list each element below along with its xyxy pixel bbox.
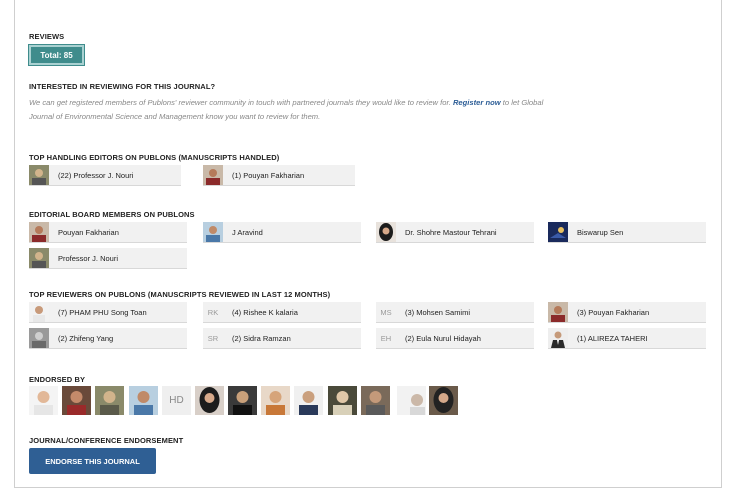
reviews-total-badge[interactable]: Total: 85 (29, 45, 84, 65)
reviewer-label: (2) Sidra Ramzan (232, 333, 291, 343)
endorser-avatar[interactable] (361, 386, 390, 415)
endorser-avatar[interactable] (29, 386, 58, 415)
reviewer-item[interactable]: (2) Zhifeng Yang (29, 328, 187, 349)
avatar (548, 328, 568, 348)
reviewer-label: (3) Pouyan Fakharian (577, 307, 650, 317)
handling-editor-label: (22) Professor J. Nouri (58, 170, 134, 180)
board-member-label: Pouyan Fakharian (58, 227, 119, 237)
reviewer-label: (2) Eula Nurul Hidayah (405, 333, 481, 343)
endorser-avatar[interactable] (294, 386, 323, 415)
avatar (203, 222, 223, 242)
reviews-heading: REVIEWS (29, 32, 65, 41)
avatar (29, 222, 49, 242)
endorser-avatar[interactable] (429, 386, 458, 415)
initials-avatar: SR (203, 328, 223, 348)
handling-editor-label: (1) Pouyan Fakharian (232, 170, 305, 180)
endorser-avatar[interactable] (62, 386, 91, 415)
reviewer-label: (3) Mohsen Samimi (405, 307, 471, 317)
endorser-avatar[interactable] (328, 386, 357, 415)
board-member-label: Professor J. Nouri (58, 253, 119, 263)
reviewer-label: (4) Rishee K kalaria (232, 307, 298, 317)
endorse-journal-button[interactable]: ENDORSE THIS JOURNAL (29, 448, 156, 474)
handling-editor-item[interactable]: (1) Pouyan Fakharian (203, 165, 355, 186)
avatar (29, 248, 49, 268)
board-member-item[interactable]: Pouyan Fakharian (29, 222, 187, 243)
interest-heading: INTERESTED IN REVIEWING FOR THIS JOURNAL… (29, 82, 216, 91)
reviewers-heading: TOP REVIEWERS ON PUBLONS (MANUSCRIPTS RE… (29, 290, 331, 299)
endorser-avatar[interactable] (261, 386, 290, 415)
endorser-avatar[interactable]: HD (162, 386, 191, 415)
reviewer-label: (7) PHAM PHU Song Toan (58, 307, 147, 317)
reviewer-item[interactable]: RK (4) Rishee K kalaria (203, 302, 361, 323)
reviewer-item[interactable]: EH (2) Eula Nurul Hidayah (376, 328, 534, 349)
reviewer-item[interactable]: SR (2) Sidra Ramzan (203, 328, 361, 349)
initials-avatar: EH (376, 328, 396, 348)
board-member-item[interactable]: Dr. Shohre Mastour Tehrani (376, 222, 534, 243)
endorsed-heading: ENDORSED BY (29, 375, 86, 384)
avatar (548, 222, 568, 242)
journal-endorsement-heading: JOURNAL/CONFERENCE ENDORSEMENT (29, 436, 184, 445)
interest-text: We can get registered members of Publons… (29, 96, 549, 124)
handling-editors-heading: TOP HANDLING EDITORS ON PUBLONS (MANUSCR… (29, 153, 280, 162)
board-member-label: Biswarup Sen (577, 227, 624, 237)
board-member-label: Dr. Shohre Mastour Tehrani (405, 227, 497, 237)
board-member-label: J Aravind (232, 227, 263, 237)
endorser-avatar[interactable] (228, 386, 257, 415)
reviewer-label: (1) ALIREZA TAHERI (577, 333, 648, 343)
reviewer-item[interactable]: (3) Pouyan Fakharian (548, 302, 706, 323)
endorser-avatar[interactable] (195, 386, 224, 415)
reviewer-item[interactable]: (7) PHAM PHU Song Toan (29, 302, 187, 323)
reviewer-item[interactable]: MS (3) Mohsen Samimi (376, 302, 534, 323)
initials-avatar: RK (203, 302, 223, 322)
avatar (29, 165, 49, 185)
board-member-item[interactable]: Biswarup Sen (548, 222, 706, 243)
endorser-avatar[interactable] (95, 386, 124, 415)
endorser-avatar[interactable] (397, 386, 426, 415)
initials-avatar: MS (376, 302, 396, 322)
interest-text-before: We can get registered members of Publons… (29, 98, 453, 107)
avatar (29, 302, 49, 322)
journal-panel: REVIEWS Total: 85 INTERESTED IN REVIEWIN… (14, 0, 722, 488)
reviewer-label: (2) Zhifeng Yang (58, 333, 114, 343)
avatar (29, 328, 49, 348)
board-member-item[interactable]: Professor J. Nouri (29, 248, 187, 269)
endorser-avatar[interactable] (129, 386, 158, 415)
reviewer-item[interactable]: (1) ALIREZA TAHERI (548, 328, 706, 349)
avatar (376, 222, 396, 242)
avatar (548, 302, 568, 322)
avatar (203, 165, 223, 185)
initials-avatar: HD (162, 386, 191, 415)
board-heading: EDITORIAL BOARD MEMBERS ON PUBLONS (29, 210, 195, 219)
board-member-item[interactable]: J Aravind (203, 222, 361, 243)
register-now-link[interactable]: Register now (453, 98, 501, 107)
handling-editor-item[interactable]: (22) Professor J. Nouri (29, 165, 181, 186)
